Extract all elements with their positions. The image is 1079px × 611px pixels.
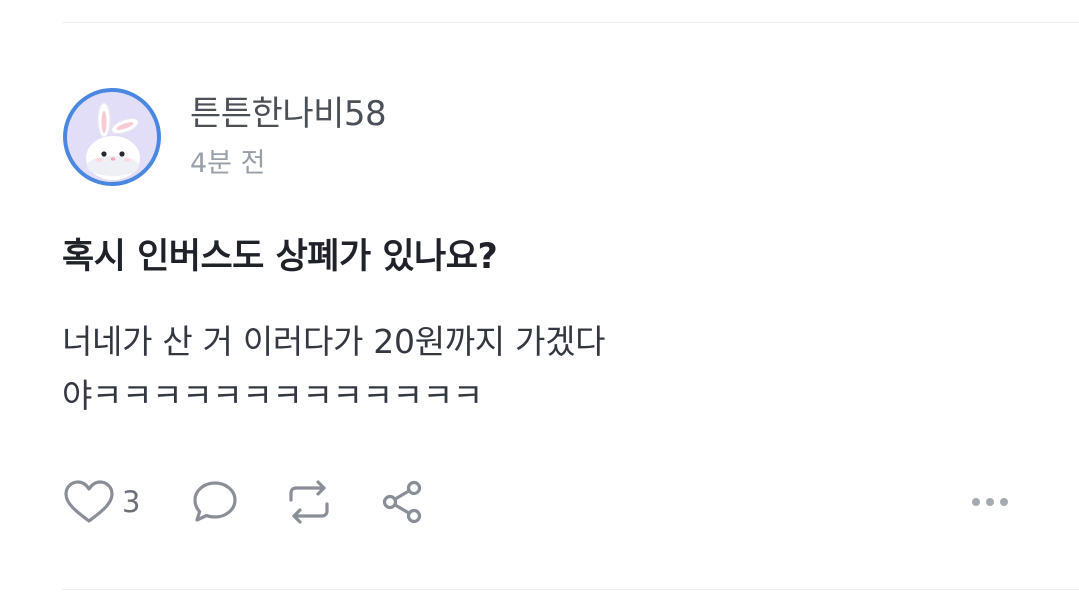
more-options-button[interactable] (968, 478, 1012, 526)
comment-button[interactable] (190, 478, 240, 526)
post-body-line: 너네가 산 거 이러다가 20원까지 가겠다 (62, 322, 606, 361)
share-icon (382, 480, 422, 524)
bottom-divider (62, 589, 1079, 590)
top-divider (62, 22, 1079, 23)
repost-button[interactable] (282, 478, 336, 526)
more-dots-icon (972, 498, 1008, 506)
post-body-line: 야ㅋㅋㅋㅋㅋㅋㅋㅋㅋㅋㅋㅋㅋ (62, 376, 483, 415)
author-avatar[interactable] (63, 88, 161, 186)
post-body: 너네가 산 거 이러다가 20원까지 가겠다 야ㅋㅋㅋㅋㅋㅋㅋㅋㅋㅋㅋㅋㅋ (62, 315, 742, 423)
repost-icon (289, 480, 329, 524)
comment-bubble-icon (193, 481, 237, 522)
rabbit-avatar-icon (86, 102, 140, 180)
post-title: 혹시 인버스도 상폐가 있나요? (62, 237, 498, 277)
share-button[interactable] (378, 478, 428, 526)
like-count: 3 (122, 485, 141, 519)
author-name[interactable]: 튼튼한나비58 (190, 94, 387, 134)
like-button[interactable]: 3 (62, 478, 140, 526)
post-timestamp: 4분 전 (190, 148, 266, 179)
heart-icon (64, 480, 114, 523)
